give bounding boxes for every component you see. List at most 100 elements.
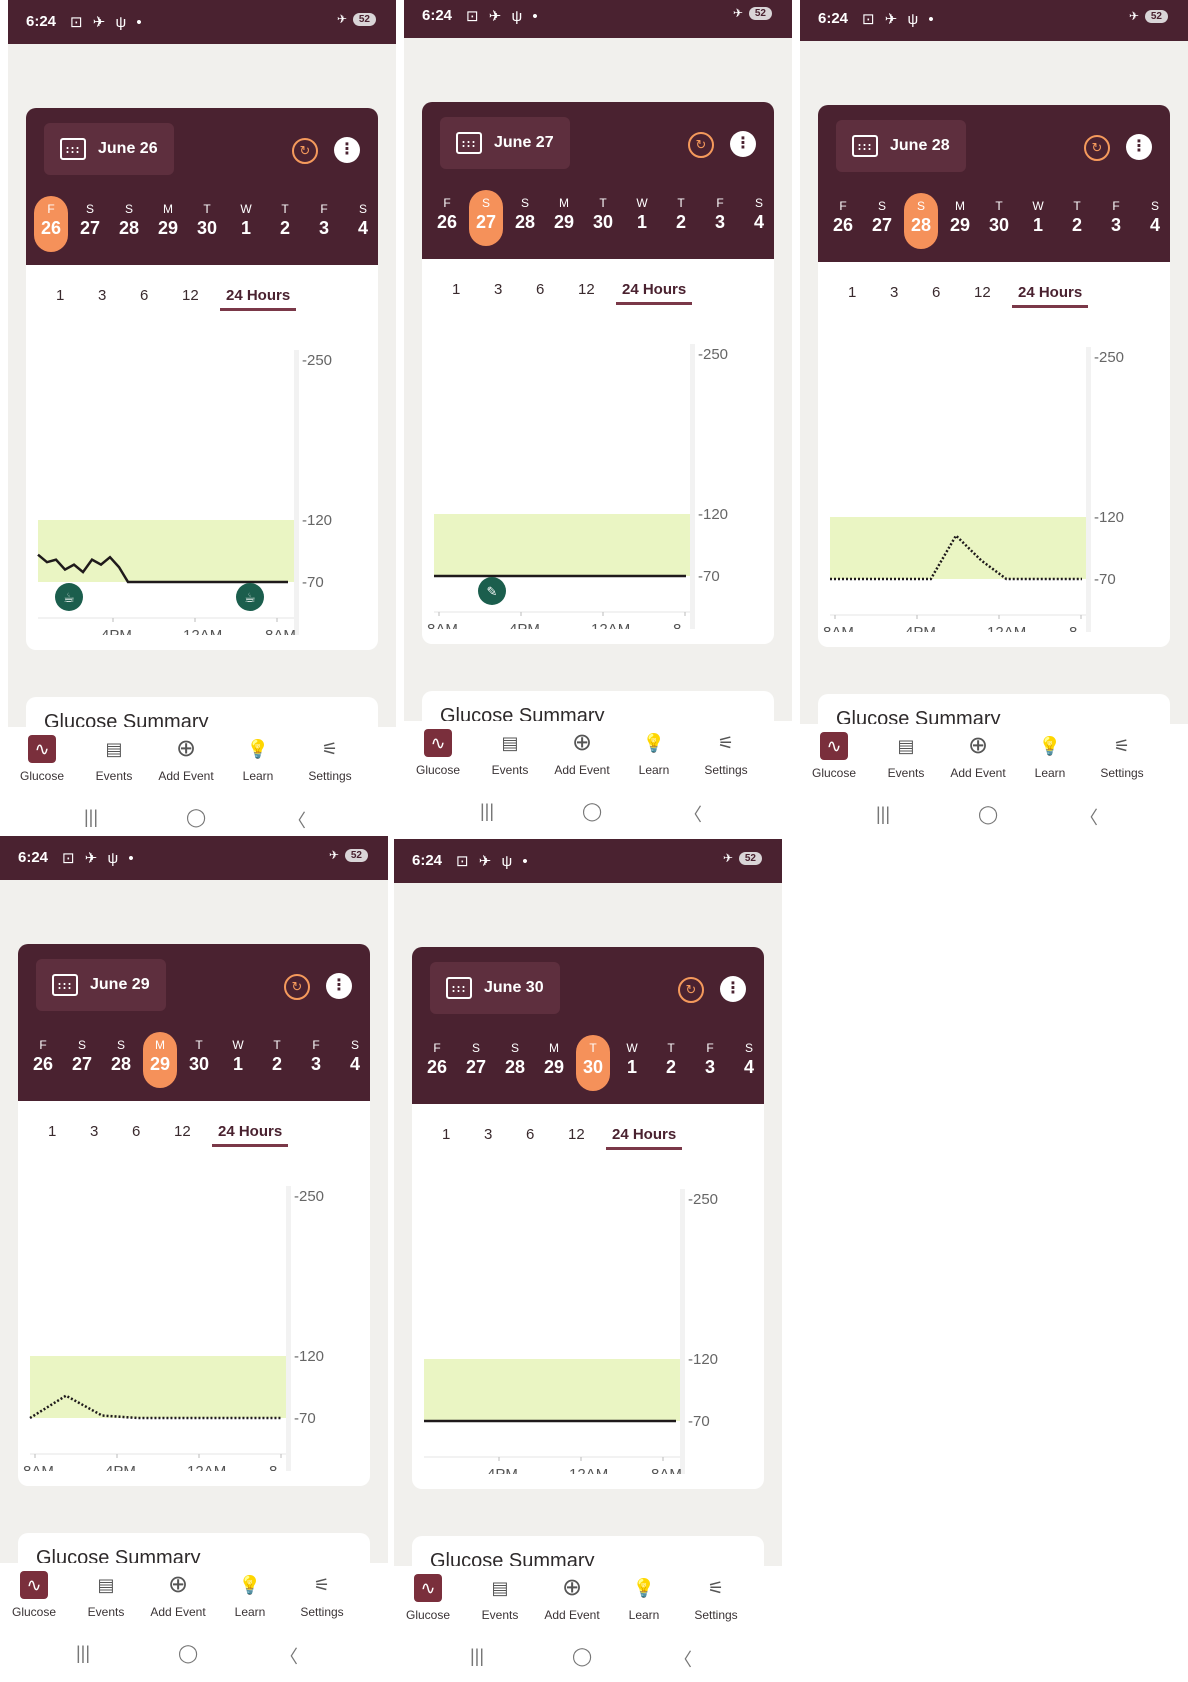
tab-1[interactable]: 1 bbox=[442, 1126, 450, 1143]
day-4[interactable]: S 4 bbox=[732, 1035, 766, 1091]
nav-settings[interactable]: ⚟ Settings bbox=[294, 735, 366, 783]
day-3[interactable]: F 3 bbox=[703, 190, 737, 246]
back-icon[interactable]: 〈 bbox=[280, 1643, 298, 1666]
tab-6[interactable]: 6 bbox=[526, 1126, 534, 1143]
nav-glucose[interactable]: ∿ Glucose bbox=[0, 1571, 70, 1619]
recent-apps-icon[interactable]: ||| bbox=[876, 804, 890, 825]
nav-add-event[interactable]: ⊕ Add Event bbox=[546, 729, 618, 777]
nav-events[interactable]: ▤ Events bbox=[464, 1574, 536, 1622]
nav-settings[interactable]: ⚟ Settings bbox=[1086, 732, 1158, 780]
nav-settings[interactable]: ⚟ Settings bbox=[286, 1571, 358, 1619]
refresh-icon[interactable]: ↻ bbox=[1084, 135, 1110, 161]
back-icon[interactable]: 〈 bbox=[684, 801, 702, 824]
tab-6[interactable]: 6 bbox=[140, 287, 148, 304]
back-icon[interactable]: 〈 bbox=[1080, 804, 1098, 827]
tab-12[interactable]: 12 bbox=[568, 1126, 585, 1143]
day-26[interactable]: F 26 bbox=[420, 1035, 454, 1091]
nav-glucose[interactable]: ∿ Glucose bbox=[404, 729, 474, 777]
day-1[interactable]: W 1 bbox=[1021, 193, 1055, 249]
nav-settings[interactable]: ⚟ Settings bbox=[690, 729, 762, 777]
day-28[interactable]: S 28 bbox=[112, 196, 146, 252]
day-29[interactable]: M 29 bbox=[143, 1032, 177, 1088]
day-29[interactable]: M 29 bbox=[151, 196, 185, 252]
tab-1[interactable]: 1 bbox=[848, 284, 856, 301]
nav-add-event[interactable]: ⊕ Add Event bbox=[142, 1571, 214, 1619]
nav-add-event[interactable]: ⊕ Add Event bbox=[536, 1574, 608, 1622]
day-29[interactable]: M 29 bbox=[537, 1035, 571, 1091]
tab-3[interactable]: 3 bbox=[890, 284, 898, 301]
nav-learn[interactable]: 💡 Learn bbox=[608, 1574, 680, 1622]
nav-glucose[interactable]: ∿ Glucose bbox=[8, 735, 78, 783]
day-26[interactable]: F 26 bbox=[826, 193, 860, 249]
day-26[interactable]: F 26 bbox=[430, 190, 464, 246]
tab-24-hours[interactable]: 24 Hours bbox=[1012, 284, 1089, 308]
day-30[interactable]: T 30 bbox=[982, 193, 1016, 249]
nav-learn[interactable]: 💡 Learn bbox=[222, 735, 294, 783]
home-icon[interactable]: ◯ bbox=[582, 801, 602, 822]
tab-3[interactable]: 3 bbox=[98, 287, 106, 304]
home-icon[interactable]: ◯ bbox=[978, 804, 998, 825]
recent-apps-icon[interactable]: ||| bbox=[470, 1646, 484, 1667]
back-icon[interactable]: 〈 bbox=[288, 807, 306, 830]
day-28[interactable]: S 28 bbox=[498, 1035, 532, 1091]
tab-12[interactable]: 12 bbox=[578, 281, 595, 298]
tab-24-hours[interactable]: 24 Hours bbox=[212, 1123, 289, 1147]
nav-learn[interactable]: 💡 Learn bbox=[214, 1571, 286, 1619]
edit-event-icon[interactable]: ✎ bbox=[478, 577, 506, 605]
day-3[interactable]: F 3 bbox=[299, 1032, 333, 1088]
tab-12[interactable]: 12 bbox=[182, 287, 199, 304]
nav-glucose[interactable]: ∿ Glucose bbox=[800, 732, 870, 780]
more-options-icon[interactable]: ⋮ bbox=[730, 131, 756, 157]
nav-glucose[interactable]: ∿ Glucose bbox=[394, 1574, 464, 1622]
day-29[interactable]: M 29 bbox=[547, 190, 581, 246]
meal-event-icon[interactable]: ☕ bbox=[55, 583, 83, 611]
date-picker-button[interactable]: June 27 bbox=[440, 117, 570, 169]
day-28[interactable]: S 28 bbox=[904, 193, 938, 249]
day-2[interactable]: T 2 bbox=[664, 190, 698, 246]
day-2[interactable]: T 2 bbox=[1060, 193, 1094, 249]
day-27[interactable]: S 27 bbox=[469, 190, 503, 246]
nav-learn[interactable]: 💡 Learn bbox=[618, 729, 690, 777]
day-30[interactable]: T 30 bbox=[576, 1035, 610, 1091]
day-4[interactable]: S 4 bbox=[338, 1032, 372, 1088]
day-2[interactable]: T 2 bbox=[654, 1035, 688, 1091]
refresh-icon[interactable]: ↻ bbox=[678, 977, 704, 1003]
home-icon[interactable]: ◯ bbox=[186, 807, 206, 828]
nav-add-event[interactable]: ⊕ Add Event bbox=[942, 732, 1014, 780]
more-options-icon[interactable]: ⋮ bbox=[334, 137, 360, 163]
tab-3[interactable]: 3 bbox=[484, 1126, 492, 1143]
refresh-icon[interactable]: ↻ bbox=[688, 132, 714, 158]
tab-6[interactable]: 6 bbox=[536, 281, 544, 298]
day-2[interactable]: T 2 bbox=[268, 196, 302, 252]
recent-apps-icon[interactable]: ||| bbox=[84, 807, 98, 828]
tab-24-hours[interactable]: 24 Hours bbox=[616, 281, 693, 305]
recent-apps-icon[interactable]: ||| bbox=[480, 801, 494, 822]
date-picker-button[interactable]: June 30 bbox=[430, 962, 560, 1014]
day-27[interactable]: S 27 bbox=[459, 1035, 493, 1091]
recent-apps-icon[interactable]: ||| bbox=[76, 1643, 90, 1664]
tab-6[interactable]: 6 bbox=[132, 1123, 140, 1140]
day-26[interactable]: F 26 bbox=[26, 1032, 60, 1088]
day-30[interactable]: T 30 bbox=[586, 190, 620, 246]
home-icon[interactable]: ◯ bbox=[572, 1646, 592, 1667]
more-options-icon[interactable]: ⋮ bbox=[720, 976, 746, 1002]
day-26[interactable]: F 26 bbox=[34, 196, 68, 252]
day-28[interactable]: S 28 bbox=[104, 1032, 138, 1088]
nav-events[interactable]: ▤ Events bbox=[70, 1571, 142, 1619]
tab-3[interactable]: 3 bbox=[90, 1123, 98, 1140]
more-options-icon[interactable]: ⋮ bbox=[326, 973, 352, 999]
refresh-icon[interactable]: ↻ bbox=[284, 974, 310, 1000]
day-28[interactable]: S 28 bbox=[508, 190, 542, 246]
day-27[interactable]: S 27 bbox=[65, 1032, 99, 1088]
day-3[interactable]: F 3 bbox=[693, 1035, 727, 1091]
day-1[interactable]: W 1 bbox=[625, 190, 659, 246]
home-icon[interactable]: ◯ bbox=[178, 1643, 198, 1664]
tab-1[interactable]: 1 bbox=[452, 281, 460, 298]
day-3[interactable]: F 3 bbox=[307, 196, 341, 252]
more-options-icon[interactable]: ⋮ bbox=[1126, 134, 1152, 160]
nav-settings[interactable]: ⚟ Settings bbox=[680, 1574, 752, 1622]
tab-12[interactable]: 12 bbox=[974, 284, 991, 301]
date-picker-button[interactable]: June 28 bbox=[836, 120, 966, 172]
day-27[interactable]: S 27 bbox=[73, 196, 107, 252]
nav-events[interactable]: ▤ Events bbox=[78, 735, 150, 783]
